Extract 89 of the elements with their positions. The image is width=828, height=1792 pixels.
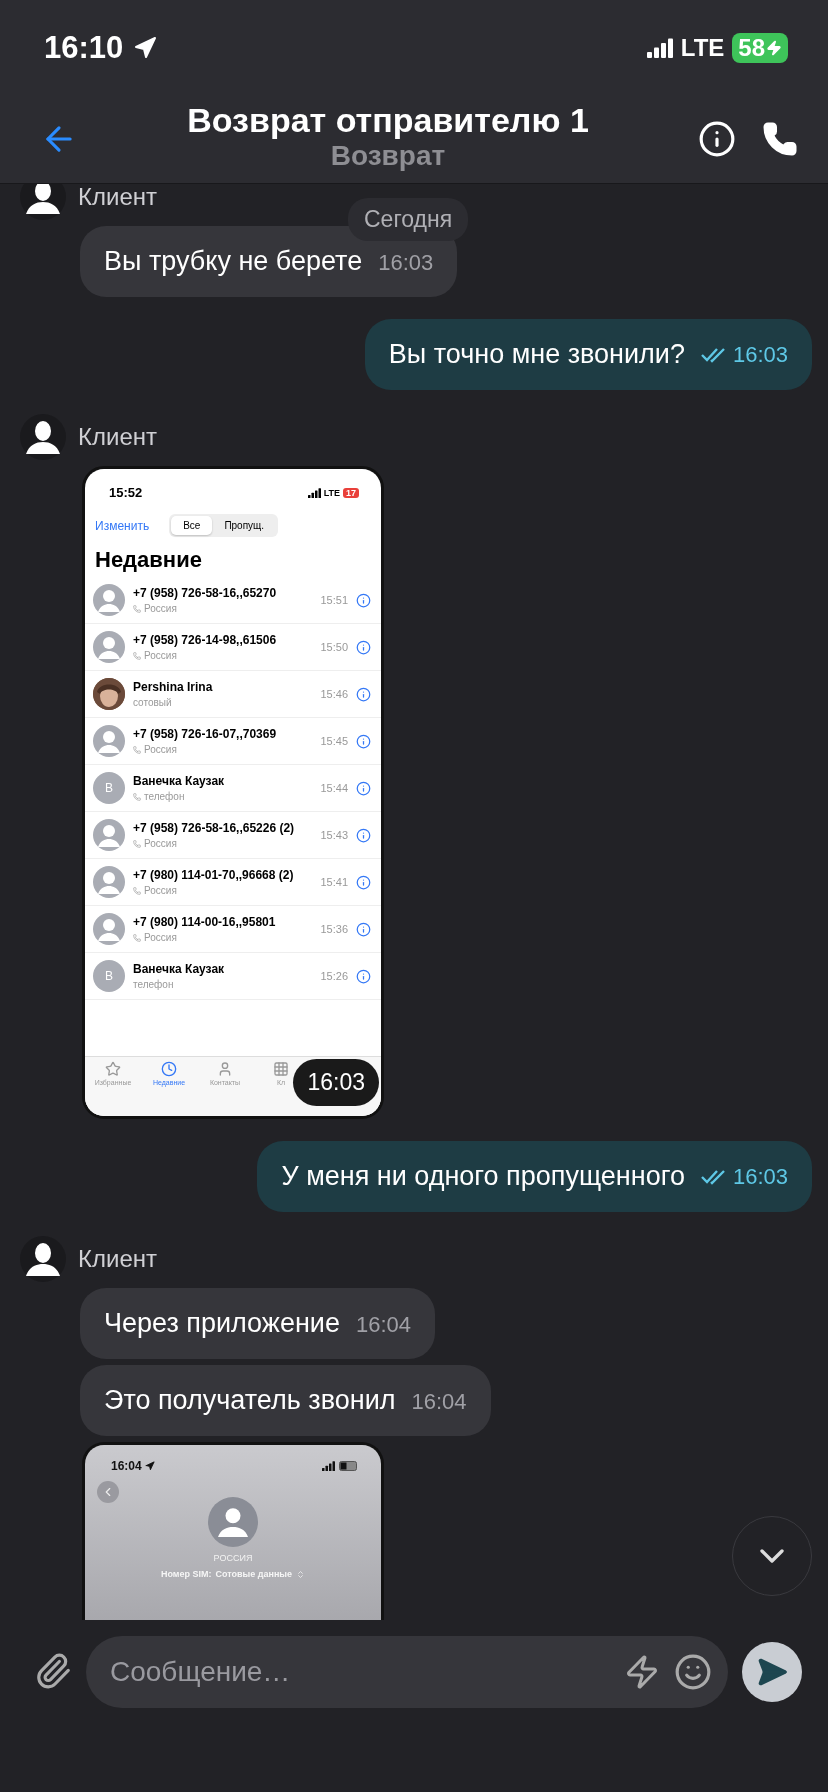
battery-icon <box>339 1461 359 1471</box>
phone-icon <box>133 933 141 942</box>
grid-icon <box>273 1061 289 1077</box>
paperclip-icon <box>34 1652 72 1690</box>
call-time: 15:46 <box>320 688 348 700</box>
call-time: 15:26 <box>320 970 348 982</box>
battery-level: 17 <box>343 487 359 498</box>
call-time: 15:45 <box>320 735 348 747</box>
avatar-icon <box>20 1236 66 1282</box>
message-text: Через приложение <box>104 1308 340 1339</box>
signal-icon <box>307 487 321 498</box>
sender-name: Клиент <box>78 184 157 211</box>
caller-name: Pershina Irina <box>133 680 214 694</box>
call-time: 15:36 <box>320 923 348 935</box>
chat-title: Возврат отправителю 1 <box>187 100 589 140</box>
emoji-icon[interactable] <box>674 1653 712 1691</box>
caller-name: Ванечка Каузак <box>133 962 226 976</box>
signal-icon <box>646 37 673 58</box>
phone-icon <box>133 792 141 801</box>
message-text: Это получатель звонил <box>104 1385 396 1416</box>
message-time: 16:04 <box>411 1389 467 1415</box>
chat-subtitle: Возврат <box>330 139 446 172</box>
message-text: Вы трубку не берете <box>104 246 363 277</box>
edit-link[interactable]: Изменить <box>95 518 150 533</box>
call-type: Россия <box>144 603 177 614</box>
network-label: LTE <box>323 487 340 498</box>
call-type: сотовый <box>133 697 172 708</box>
phone-icon[interactable] <box>762 121 798 157</box>
message-text: Вы точно мне звонили? <box>388 339 685 370</box>
clock-icon <box>161 1061 177 1077</box>
sender-name: Клиент <box>78 423 157 451</box>
location-icon <box>133 35 158 60</box>
location-icon <box>144 1461 155 1471</box>
call-time: 15:41 <box>320 876 348 888</box>
attach-button[interactable] <box>34 1652 72 1690</box>
phone-icon <box>133 745 141 754</box>
sim-label: Номер SIM: <box>160 1569 212 1579</box>
signal-icon <box>322 1461 335 1471</box>
call-type: Россия <box>144 744 177 755</box>
date-label: Сегодня <box>348 198 469 241</box>
caller-name: +7 (980) 114-01-70,,96668 (2) <box>133 868 295 882</box>
call-time: 15:44 <box>320 782 348 794</box>
message-composer[interactable]: Сообщение… <box>86 1636 728 1708</box>
caller-name: +7 (958) 726-16-07,,70369 <box>133 727 278 741</box>
message-time: 16:03 <box>732 1164 788 1190</box>
caller-name: +7 (958) 726-14-98,,61506 <box>133 633 278 647</box>
sender-name: Клиент <box>78 1245 157 1273</box>
battery-level: 58 <box>732 32 788 63</box>
phone-icon <box>133 886 141 895</box>
message-field[interactable]: Сообщение… <box>108 1655 610 1689</box>
caller-name: Ванечка Каузак <box>133 774 226 788</box>
call-time: 15:43 <box>320 829 348 841</box>
caller-name: +7 (980) 114-00-16,,95801 <box>133 915 277 929</box>
call-time: 15:50 <box>320 641 348 653</box>
segment-tab[interactable]: Пропущ. <box>212 516 277 535</box>
call-type: Россия <box>144 932 177 943</box>
send-button[interactable] <box>742 1642 802 1702</box>
call-log-screenshot[interactable] <box>82 466 384 1119</box>
status-time: 16:04 <box>111 1459 142 1473</box>
message-time: 16:04 <box>355 1312 411 1338</box>
phone-icon <box>133 604 141 613</box>
country-label: РОССИЯ <box>213 1553 253 1563</box>
caller-name: +7 (958) 726-58-16,,65226 (2) <box>133 821 296 835</box>
initial-avatar: В <box>93 960 125 992</box>
call-type: Россия <box>144 650 177 661</box>
call-time: 15:51 <box>320 594 348 606</box>
updown-icon <box>296 1569 306 1579</box>
call-type: телефон <box>144 791 185 802</box>
person-icon <box>217 1061 233 1077</box>
star-icon <box>105 1061 121 1077</box>
charging-icon <box>766 39 782 56</box>
phone-icon <box>133 651 141 660</box>
message-time: 16:03 <box>732 342 788 368</box>
message-text: У меня ни одного пропущенного <box>281 1161 685 1192</box>
initial-avatar: В <box>93 772 125 804</box>
call-type: Россия <box>144 838 177 849</box>
lightning-icon[interactable] <box>624 1654 660 1690</box>
avatar-icon <box>20 414 66 460</box>
segment-tab[interactable]: Все <box>171 516 213 535</box>
call-type: телефон <box>133 979 174 990</box>
screen-title: Недавние <box>94 546 203 574</box>
message-time: 16:03 <box>378 250 434 276</box>
network-label: LTE <box>680 33 725 62</box>
phone-icon <box>133 839 141 848</box>
caller-name: +7 (958) 726-58-16,,65270 <box>133 586 278 600</box>
call-type: Россия <box>144 885 177 896</box>
send-icon <box>756 1656 788 1688</box>
status-time: 15:52 <box>109 485 143 500</box>
status-time: 16:10 <box>44 29 124 66</box>
